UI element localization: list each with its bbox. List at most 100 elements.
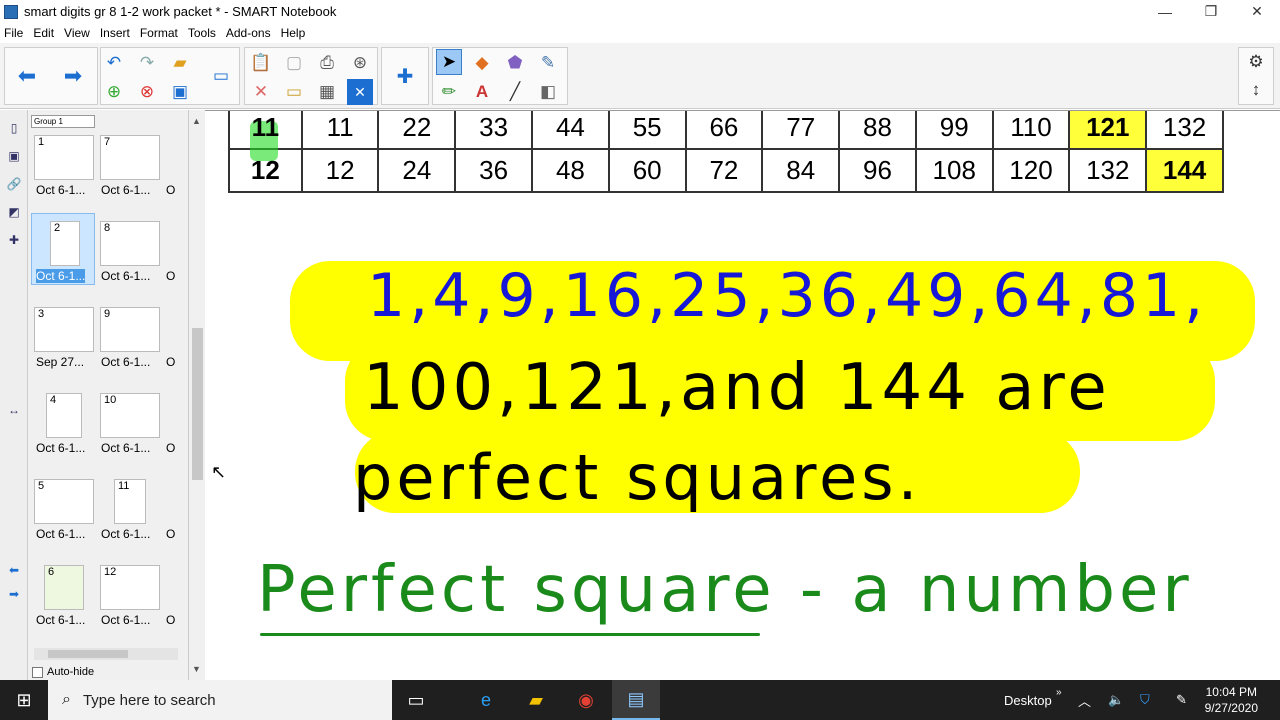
toolbar-position-icon[interactable]: ↕ [1243,77,1269,103]
file-explorer-icon[interactable]: ▰ [512,680,560,720]
page-thumbnail-5[interactable]: 5 [34,479,94,524]
select-pointer-icon[interactable]: ➤ [436,49,462,75]
page-thumbnail-11[interactable]: 11 [114,479,146,524]
resize-handle-icon[interactable]: ↔ [4,400,24,420]
page-thumbnail-3[interactable]: 3 [34,307,94,352]
page-thumbnail-6[interactable]: 6 [44,565,84,610]
table-cell-highlighted: 121 [1068,111,1148,150]
capture-icon[interactable]: ⎙ [314,50,340,76]
task-view-icon[interactable]: ▭ [392,680,440,720]
page-thumbnail-1[interactable]: 1 [34,135,94,180]
display-screen-icon[interactable]: ▭ [208,63,234,89]
side-next-icon[interactable]: ➡ [4,584,24,604]
volume-icon[interactable]: 🔈 [1108,680,1124,720]
sidebar-tabs: ▯ ▣ 🔗 ◩ ✚ ↔ ⬅ ➡ [0,110,28,680]
page-label: Oct 6-1... [36,269,86,283]
eraser-tool-icon[interactable]: ◧ [535,79,561,105]
page-thumbnail-2[interactable]: 2 [50,221,80,266]
sorter-vertical-scrollbar[interactable]: ▲ ▼ [188,110,205,680]
line-tool-icon[interactable]: ╱ [502,79,528,105]
chrome-icon[interactable]: ◉ [562,680,610,720]
menu-insert[interactable]: Insert [100,26,130,40]
paste-icon[interactable]: 📋 [248,50,274,76]
close-button[interactable]: ✕ [1234,0,1280,23]
system-clock[interactable]: 10:04 PM 9/27/2020 [1205,684,1258,716]
add-page-icon[interactable]: ⊕ [101,79,127,105]
properties-tab-icon[interactable]: ◩ [4,202,24,222]
page-number: 8 [104,222,111,234]
group-selector[interactable]: Group 1 [31,115,95,128]
menu-view[interactable]: View [64,26,90,40]
side-prev-icon[interactable]: ⬅ [4,560,24,580]
menu-file[interactable]: File [4,26,23,40]
screen-capture-icon[interactable]: ▭ [281,79,307,105]
redo-icon[interactable]: ↷ [134,50,160,76]
page-label: Oct 6-1... [101,269,151,283]
maximize-button[interactable]: ❐ [1188,0,1234,23]
next-page-icon[interactable]: ➡ [60,63,86,89]
menu-add-ons[interactable]: Add-ons [226,26,271,40]
clock-time: 10:04 PM [1205,685,1257,699]
page-number: 4 [50,394,57,406]
page-thumbnail-10[interactable]: 10 [100,393,160,438]
show-hidden-icons-icon[interactable]: ︿ [1078,680,1091,720]
pens-icon[interactable]: ✏ [436,79,462,105]
puzzle-icon[interactable]: ✚ [392,63,418,89]
minimize-button[interactable]: — [1142,0,1188,23]
security-shield-icon[interactable]: ⛉ [1140,680,1150,720]
table-cell: 108 [914,148,994,193]
taskbar-search[interactable]: ⌕ Type here to search [48,680,392,720]
notebook-canvas[interactable]: 11 11 22 33 44 55 66 77 88 99 110 121 13… [205,110,1280,680]
page-sorter-tab-icon[interactable]: ▯ [4,118,24,138]
edge-icon[interactable]: e [462,680,510,720]
table-icon[interactable]: ▦ [314,79,340,105]
page-number: 2 [54,222,61,234]
menu-edit[interactable]: Edit [33,26,54,40]
smart-notebook-taskbar-icon[interactable]: ▤ [612,680,660,720]
start-button[interactable]: ⊞ [0,680,48,720]
menu-help[interactable]: Help [281,26,306,40]
menu-format[interactable]: Format [140,26,178,40]
auto-hide-checkbox[interactable]: Auto-hide [32,666,94,678]
pen-workspace-icon[interactable]: ✎ [1176,680,1187,720]
table-cell: 55 [607,111,687,150]
page-thumbnail-9[interactable]: 9 [100,307,160,352]
page-thumbnail-4[interactable]: 4 [46,393,82,438]
save-icon[interactable]: ▣ [167,79,193,105]
vertical-scroll-thumb[interactable] [192,328,203,480]
page-label: Oct 6-1... [36,527,86,541]
scroll-down-icon[interactable]: ▼ [192,664,201,674]
text-tool-icon[interactable]: A [469,79,495,105]
magic-pen-icon[interactable]: ✎ [535,50,561,76]
gear-icon[interactable]: ⚙ [1243,49,1269,75]
delete-page-icon[interactable]: ⊗ [134,79,160,105]
previous-page-icon[interactable]: ⬅ [14,63,40,89]
horizontal-scrollbar[interactable] [34,648,178,660]
gallery-tab-icon[interactable]: ▣ [4,146,24,166]
open-folder-icon[interactable]: ▰ [167,50,193,76]
desktop-toolbar[interactable]: Desktop [1004,680,1052,720]
menu-tools[interactable]: Tools [188,26,216,40]
more-chevron-icon[interactable]: » [1056,672,1062,712]
delete-icon[interactable]: ✕ [248,79,274,105]
addons-tab-icon[interactable]: ✚ [4,230,24,250]
row-header-text: 11 [251,112,280,142]
page-label: Oct 6-1... [101,183,151,197]
page-thumbnail-8[interactable]: 8 [100,221,160,266]
horizontal-scroll-thumb[interactable] [48,650,128,658]
checkbox-icon[interactable] [32,666,43,678]
scroll-up-icon[interactable]: ▲ [192,116,201,126]
page-label: Oct 6-1... [36,441,86,455]
eraser-icon[interactable]: ⬟ [502,50,528,76]
undo-icon[interactable]: ↶ [101,50,127,76]
page-label: O [166,613,176,627]
page-thumbnail-7[interactable]: 7 [100,135,160,180]
table-cell: 36 [454,148,534,193]
screen-shade-icon[interactable]: ▢ [281,50,307,76]
zoom-icon[interactable]: ⊛ [347,50,373,76]
shapes-icon[interactable]: ◆ [469,50,495,76]
attachments-tab-icon[interactable]: 🔗 [4,174,24,194]
close-document-icon[interactable]: ✕ [347,79,373,105]
page-thumbnail-12[interactable]: 12 [100,565,160,610]
auto-hide-label: Auto-hide [47,666,95,678]
